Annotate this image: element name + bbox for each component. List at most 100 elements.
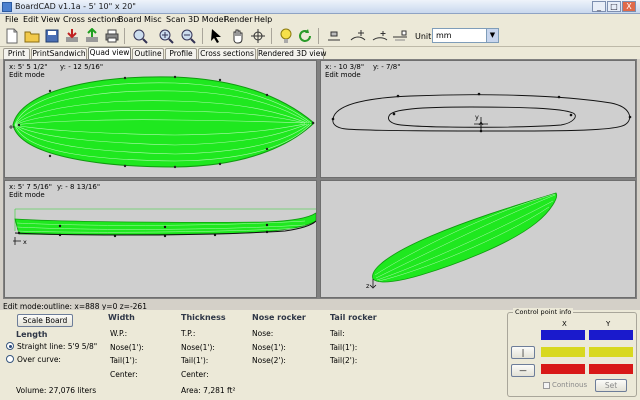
print-icon[interactable] <box>104 28 120 44</box>
select-arrow-icon[interactable] <box>208 28 224 44</box>
profile-x-readout: x: 5' 7 5/16" <box>9 183 52 191</box>
menu-file[interactable]: File <box>5 15 18 24</box>
control-point-y-header: Y <box>606 320 611 328</box>
lightbulb-icon[interactable] <box>278 28 294 44</box>
width-tail: Tail(1'): <box>110 356 138 365</box>
length-header: Length <box>16 330 48 339</box>
control-point-x-yellow[interactable] <box>541 347 585 357</box>
continous-checkbox[interactable] <box>543 382 550 389</box>
quad-view-area: x: 5' 5 1/2" y: - 12 5/16" Edit mode y x… <box>3 59 637 299</box>
maximize-button[interactable]: □ <box>607 1 621 12</box>
tab-profile[interactable]: Profile <box>165 48 197 59</box>
add-guide-icon[interactable] <box>392 28 408 44</box>
menu-help[interactable]: Help <box>254 15 272 24</box>
tab-print[interactable]: Print <box>3 48 30 59</box>
toolbar-separator <box>124 28 125 44</box>
3d-wireframe[interactable] <box>321 181 636 298</box>
toolbar-separator <box>271 28 272 44</box>
close-button[interactable]: X <box>622 1 636 12</box>
outline-y-readout: y: - 12 5/16" <box>60 63 104 71</box>
straight-line-radio[interactable] <box>6 342 14 350</box>
unit-value: mm <box>436 31 452 40</box>
tab-printsandwich[interactable]: PrintSandwich <box>31 48 87 59</box>
import-icon[interactable] <box>64 28 80 44</box>
profile-wireframe[interactable] <box>5 181 317 298</box>
3d-view-pane[interactable]: z <box>320 180 636 298</box>
cross-section-mode-label: Edit mode <box>325 71 361 79</box>
nose-rocker-1ft: Nose(1'): <box>252 343 286 352</box>
menu-view[interactable]: View <box>41 15 60 24</box>
chevron-down-icon[interactable]: ▼ <box>486 29 498 42</box>
set-button[interactable]: Set <box>595 379 627 392</box>
outline-view-pane[interactable]: x: 5' 5 1/2" y: - 12 5/16" Edit mode <box>4 60 317 178</box>
profile-x-axis: x <box>23 238 27 246</box>
menu-3d-model[interactable]: 3D Model <box>188 15 226 24</box>
tail-rocker-tail: Tail: <box>330 329 345 338</box>
outline-mode-label: Edit mode <box>9 71 45 79</box>
thickness-tail: Tail(1'): <box>181 356 209 365</box>
zoom-icon[interactable] <box>132 28 148 44</box>
tab-cross-sections[interactable]: Cross sections <box>198 48 256 59</box>
zoom-in-icon[interactable] <box>158 28 174 44</box>
profile-y-readout: y: - 8 13/16" <box>57 183 101 191</box>
menu-bar: File Edit View Cross sections Board Misc… <box>0 14 640 25</box>
width-nose: Nose(1'): <box>110 343 144 352</box>
thickness-header: Thickness <box>181 313 226 322</box>
menu-scan[interactable]: Scan <box>166 15 185 24</box>
menu-board[interactable]: Board <box>118 15 142 24</box>
zoom-out-icon[interactable] <box>180 28 196 44</box>
new-file-icon[interactable] <box>4 28 20 44</box>
save-file-icon[interactable] <box>44 28 60 44</box>
minimize-button[interactable]: _ <box>592 1 606 12</box>
open-file-icon[interactable] <box>24 28 40 44</box>
align-icon[interactable] <box>326 28 342 44</box>
move-icon[interactable] <box>250 28 266 44</box>
tab-outline[interactable]: Outline <box>132 48 164 59</box>
menu-render[interactable]: Render <box>224 15 252 24</box>
volume-readout: Volume: 27,076 liters <box>16 386 97 395</box>
control-point-y-blue[interactable] <box>589 330 633 340</box>
toolbar <box>0 25 640 47</box>
toolbar-separator <box>318 28 319 44</box>
nose-rocker-2ft: Nose(2'): <box>252 356 286 365</box>
control-point-y-red[interactable] <box>589 364 633 374</box>
cross-section-y-readout: y: - 7/8" <box>373 63 401 71</box>
toolbar-separator <box>202 28 203 44</box>
tail-rocker-header: Tail rocker <box>330 313 377 322</box>
cross-section-y-axis: y <box>475 113 479 121</box>
tail-rocker-1ft: Tail(1'): <box>330 343 358 352</box>
outline-wireframe[interactable] <box>5 61 317 178</box>
tab-rendered-3d-view[interactable]: Rendered 3D view <box>257 48 327 59</box>
control-point-legend: Control point info <box>513 308 574 316</box>
menu-cross-sections[interactable]: Cross sections <box>63 15 120 24</box>
menu-misc[interactable]: Misc <box>144 15 162 24</box>
outline-x-readout: x: 5' 5 1/2" <box>9 63 48 71</box>
control-point-up-button[interactable]: | <box>511 346 535 359</box>
nose-rocker-nose: Nose: <box>252 329 274 338</box>
menu-edit[interactable]: Edit <box>23 15 39 24</box>
control-point-x-red[interactable] <box>541 364 585 374</box>
3d-z-axis: z <box>366 282 370 290</box>
tab-quad-view[interactable]: Quad view <box>88 47 131 59</box>
cross-section-view-pane[interactable]: y x: - 10 3/8" y: - 7/8" Edit mode <box>320 60 636 178</box>
width-center: Center: <box>110 370 138 379</box>
title-bar: BoardCAD v1.1a - 5' 10" x 20" _ □ X <box>0 0 640 14</box>
straight-line-label: Straight line: 5'9 5/8" <box>17 342 98 351</box>
pan-hand-icon[interactable] <box>230 28 246 44</box>
refresh-icon[interactable] <box>297 28 313 44</box>
over-curve-label: Over curve: <box>17 355 61 364</box>
control-point-y-yellow[interactable] <box>589 347 633 357</box>
profile-mode-label: Edit mode <box>9 191 45 199</box>
add-point-alt-icon[interactable] <box>372 28 388 44</box>
control-point-down-button[interactable]: — <box>511 364 535 377</box>
width-header: Width <box>108 313 135 322</box>
add-point-icon[interactable] <box>350 28 366 44</box>
control-point-x-blue[interactable] <box>541 330 585 340</box>
over-curve-radio[interactable] <box>6 355 14 363</box>
unit-select[interactable]: mm ▼ <box>432 28 499 43</box>
export-icon[interactable] <box>84 28 100 44</box>
profile-view-pane[interactable]: x x: 5' 7 5/16" y: - 8 13/16" Edit mode <box>4 180 317 298</box>
scale-board-button[interactable]: Scale Board <box>17 314 73 327</box>
window-title: BoardCAD v1.1a - 5' 10" x 20" <box>15 2 136 11</box>
thickness-center: Center: <box>181 370 209 379</box>
